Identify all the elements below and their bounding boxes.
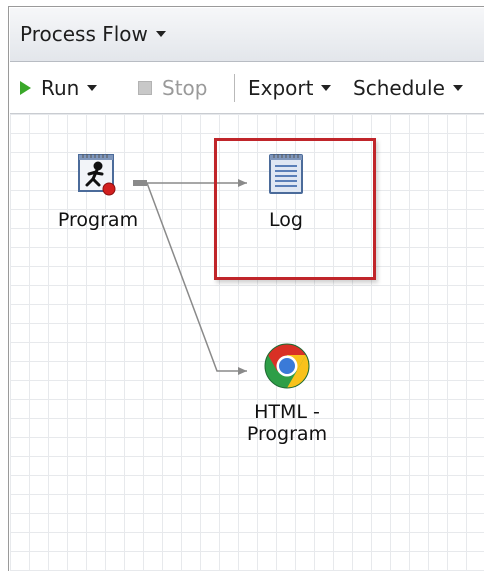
play-icon — [20, 80, 31, 95]
program-icon — [78, 154, 116, 196]
stop-label: Stop — [162, 76, 208, 100]
export-label: Export — [248, 76, 314, 100]
node-label: HTML - Program — [246, 401, 328, 445]
selection-highlight-box — [214, 138, 376, 280]
stop-icon — [138, 80, 152, 95]
flow-node-html-program[interactable]: HTML - Program — [240, 341, 334, 445]
stop-button[interactable]: Stop — [138, 76, 207, 100]
export-button[interactable]: Export — [248, 76, 332, 100]
chevron-down-icon — [321, 84, 332, 91]
run-label: Run — [41, 76, 80, 100]
flow-node-program[interactable]: Program — [50, 152, 146, 232]
process-flow-canvas[interactable]: Program Log HTML - Program — [10, 114, 484, 571]
schedule-label: Schedule — [353, 76, 445, 100]
process-flow-menu-button[interactable]: Process Flow — [20, 22, 166, 46]
process-flow-window: Process Flow Run Stop Export Schedule Pr… — [8, 6, 484, 571]
toolbar: Run Stop Export Schedule — [10, 62, 484, 114]
node-label: Program — [57, 209, 139, 231]
toolbar-divider — [234, 74, 235, 102]
chevron-down-icon — [155, 30, 166, 37]
window-title: Process Flow — [20, 22, 148, 46]
chevron-down-icon — [452, 84, 463, 91]
title-bar: Process Flow — [10, 8, 484, 62]
chrome-browser-icon — [264, 343, 310, 389]
run-button[interactable]: Run — [20, 76, 98, 100]
chevron-down-icon — [87, 84, 98, 91]
schedule-button[interactable]: Schedule — [353, 76, 463, 100]
